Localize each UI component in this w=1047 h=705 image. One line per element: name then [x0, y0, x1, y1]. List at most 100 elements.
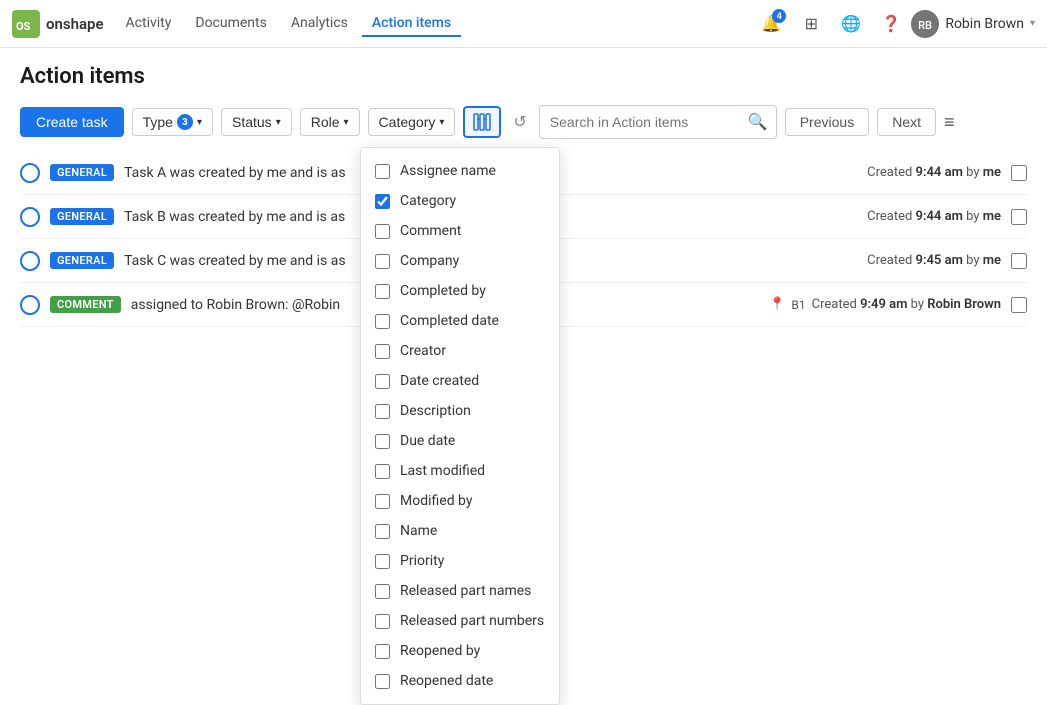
- reset-button[interactable]: ↺: [509, 107, 530, 137]
- dropdown-item-label: Due date: [400, 433, 455, 449]
- task-select-checkbox[interactable]: [1011, 297, 1027, 313]
- dropdown-checkbox[interactable]: [375, 284, 390, 299]
- notification-badge: 4: [772, 9, 786, 23]
- logo[interactable]: OS onshape: [12, 10, 104, 38]
- dropdown-item[interactable]: Creator: [361, 336, 559, 366]
- previous-button[interactable]: Previous: [785, 108, 869, 136]
- task-tag: GENERAL: [50, 164, 114, 181]
- help-button[interactable]: ❓: [875, 8, 907, 40]
- task-tag: COMMENT: [50, 296, 121, 313]
- task-select-checkbox[interactable]: [1011, 165, 1027, 181]
- dropdown-checkbox[interactable]: [375, 224, 390, 239]
- dropdown-checkbox[interactable]: [375, 644, 390, 659]
- search-button[interactable]: 🔍: [740, 112, 776, 132]
- dropdown-item[interactable]: Description: [361, 396, 559, 426]
- dropdown-checkbox[interactable]: [375, 524, 390, 539]
- dropdown-item-label: Reopened by: [400, 643, 480, 659]
- dropdown-item-label: Company: [400, 253, 459, 269]
- dropdown-item[interactable]: Last modified: [361, 456, 559, 486]
- dropdown-checkbox[interactable]: [375, 314, 390, 329]
- dropdown-item-label: Priority: [400, 553, 444, 569]
- dropdown-item[interactable]: Released part names: [361, 576, 559, 606]
- dropdown-item[interactable]: Priority: [361, 546, 559, 576]
- task-status-circle[interactable]: [20, 207, 40, 227]
- dropdown-checkbox[interactable]: [375, 344, 390, 359]
- nav-documents[interactable]: Documents: [185, 11, 276, 37]
- task-select-checkbox[interactable]: [1011, 253, 1027, 269]
- nav-analytics[interactable]: Analytics: [281, 11, 358, 37]
- dropdown-item-label: Name: [400, 523, 437, 539]
- status-chevron-icon: ▾: [276, 117, 281, 128]
- columns-selector-button[interactable]: [463, 106, 501, 138]
- dropdown-checkbox[interactable]: [375, 674, 390, 689]
- dropdown-checkbox[interactable]: [375, 584, 390, 599]
- dropdown-item-label: Category: [400, 193, 456, 209]
- logo-text: onshape: [46, 15, 104, 33]
- create-task-button[interactable]: Create task: [20, 107, 124, 137]
- dropdown-item[interactable]: Reopened date: [361, 666, 559, 696]
- task-meta-text: Created 9:49 am by Robin Brown: [812, 297, 1001, 312]
- task-tag: GENERAL: [50, 208, 114, 225]
- dropdown-checkbox[interactable]: [375, 434, 390, 449]
- svg-text:OS: OS: [16, 20, 31, 33]
- user-name: Robin Brown: [945, 16, 1024, 32]
- dropdown-item[interactable]: Date created: [361, 366, 559, 396]
- task-status-circle[interactable]: [20, 295, 40, 315]
- task-meta-text: Created 9:44 am by me: [867, 165, 1001, 180]
- task-meta-text: Created 9:44 am by me: [867, 209, 1001, 224]
- dropdown-item[interactable]: Company: [361, 246, 559, 276]
- role-filter-button[interactable]: Role ▾: [300, 108, 360, 136]
- nav-action-items[interactable]: Action items: [362, 11, 461, 37]
- dropdown-item[interactable]: Modified by: [361, 486, 559, 516]
- dropdown-item[interactable]: Assignee name: [361, 156, 559, 186]
- pin-label: B1: [791, 298, 805, 312]
- apps-button[interactable]: ⊞: [795, 8, 827, 40]
- dropdown-item[interactable]: Completed date: [361, 306, 559, 336]
- task-status-circle[interactable]: [20, 251, 40, 271]
- dropdown-item-label: Modified by: [400, 493, 472, 509]
- dropdown-item-label: Released part names: [400, 583, 531, 599]
- dropdown-checkbox[interactable]: [375, 554, 390, 569]
- status-filter-label: Status: [232, 114, 272, 130]
- role-filter-label: Role: [311, 114, 340, 130]
- dropdown-checkbox[interactable]: [375, 164, 390, 179]
- dropdown-checkbox[interactable]: [375, 464, 390, 479]
- list-view-button[interactable]: ≡: [944, 112, 955, 133]
- dropdown-checkbox[interactable]: [375, 374, 390, 389]
- next-button[interactable]: Next: [877, 108, 936, 136]
- type-filter-button[interactable]: Type 3 ▾: [132, 108, 213, 136]
- nav-activity[interactable]: Activity: [116, 11, 182, 37]
- category-filter-label: Category: [379, 114, 436, 130]
- dropdown-item-label: Completed date: [400, 313, 499, 329]
- task-tag: GENERAL: [50, 252, 114, 269]
- dropdown-checkbox[interactable]: [375, 404, 390, 419]
- dropdown-item[interactable]: Comment: [361, 216, 559, 246]
- type-filter-label: Type: [143, 114, 173, 130]
- status-filter-button[interactable]: Status ▾: [221, 108, 292, 136]
- dropdown-item[interactable]: Due date: [361, 426, 559, 456]
- dropdown-item[interactable]: Category: [361, 186, 559, 216]
- type-chevron-icon: ▾: [197, 117, 202, 128]
- dropdown-item-label: Comment: [400, 223, 461, 239]
- task-meta: Created 9:45 am by me: [867, 253, 1001, 268]
- notifications-button[interactable]: 🔔 4: [755, 8, 787, 40]
- user-avatar: RB: [911, 10, 939, 38]
- dropdown-item-label: Date created: [400, 373, 479, 389]
- category-filter-button[interactable]: Category ▾: [368, 108, 456, 136]
- dropdown-item[interactable]: Released part numbers: [361, 606, 559, 636]
- globe-button[interactable]: 🌐: [835, 8, 867, 40]
- dropdown-item[interactable]: Name: [361, 516, 559, 546]
- dropdown-item[interactable]: Reopened by: [361, 636, 559, 666]
- user-menu[interactable]: RB Robin Brown ▾: [911, 10, 1035, 38]
- dropdown-checkbox[interactable]: [375, 254, 390, 269]
- search-input[interactable]: [540, 114, 740, 130]
- dropdown-item[interactable]: Completed by: [361, 276, 559, 306]
- task-status-circle[interactable]: [20, 163, 40, 183]
- avatar-icon: RB: [911, 10, 939, 38]
- dropdown-checkbox[interactable]: [375, 194, 390, 209]
- dropdown-checkbox[interactable]: [375, 494, 390, 509]
- dropdown-item-label: Reopened date: [400, 673, 493, 689]
- pin-icon: 📍: [769, 297, 785, 312]
- task-select-checkbox[interactable]: [1011, 209, 1027, 225]
- dropdown-checkbox[interactable]: [375, 614, 390, 629]
